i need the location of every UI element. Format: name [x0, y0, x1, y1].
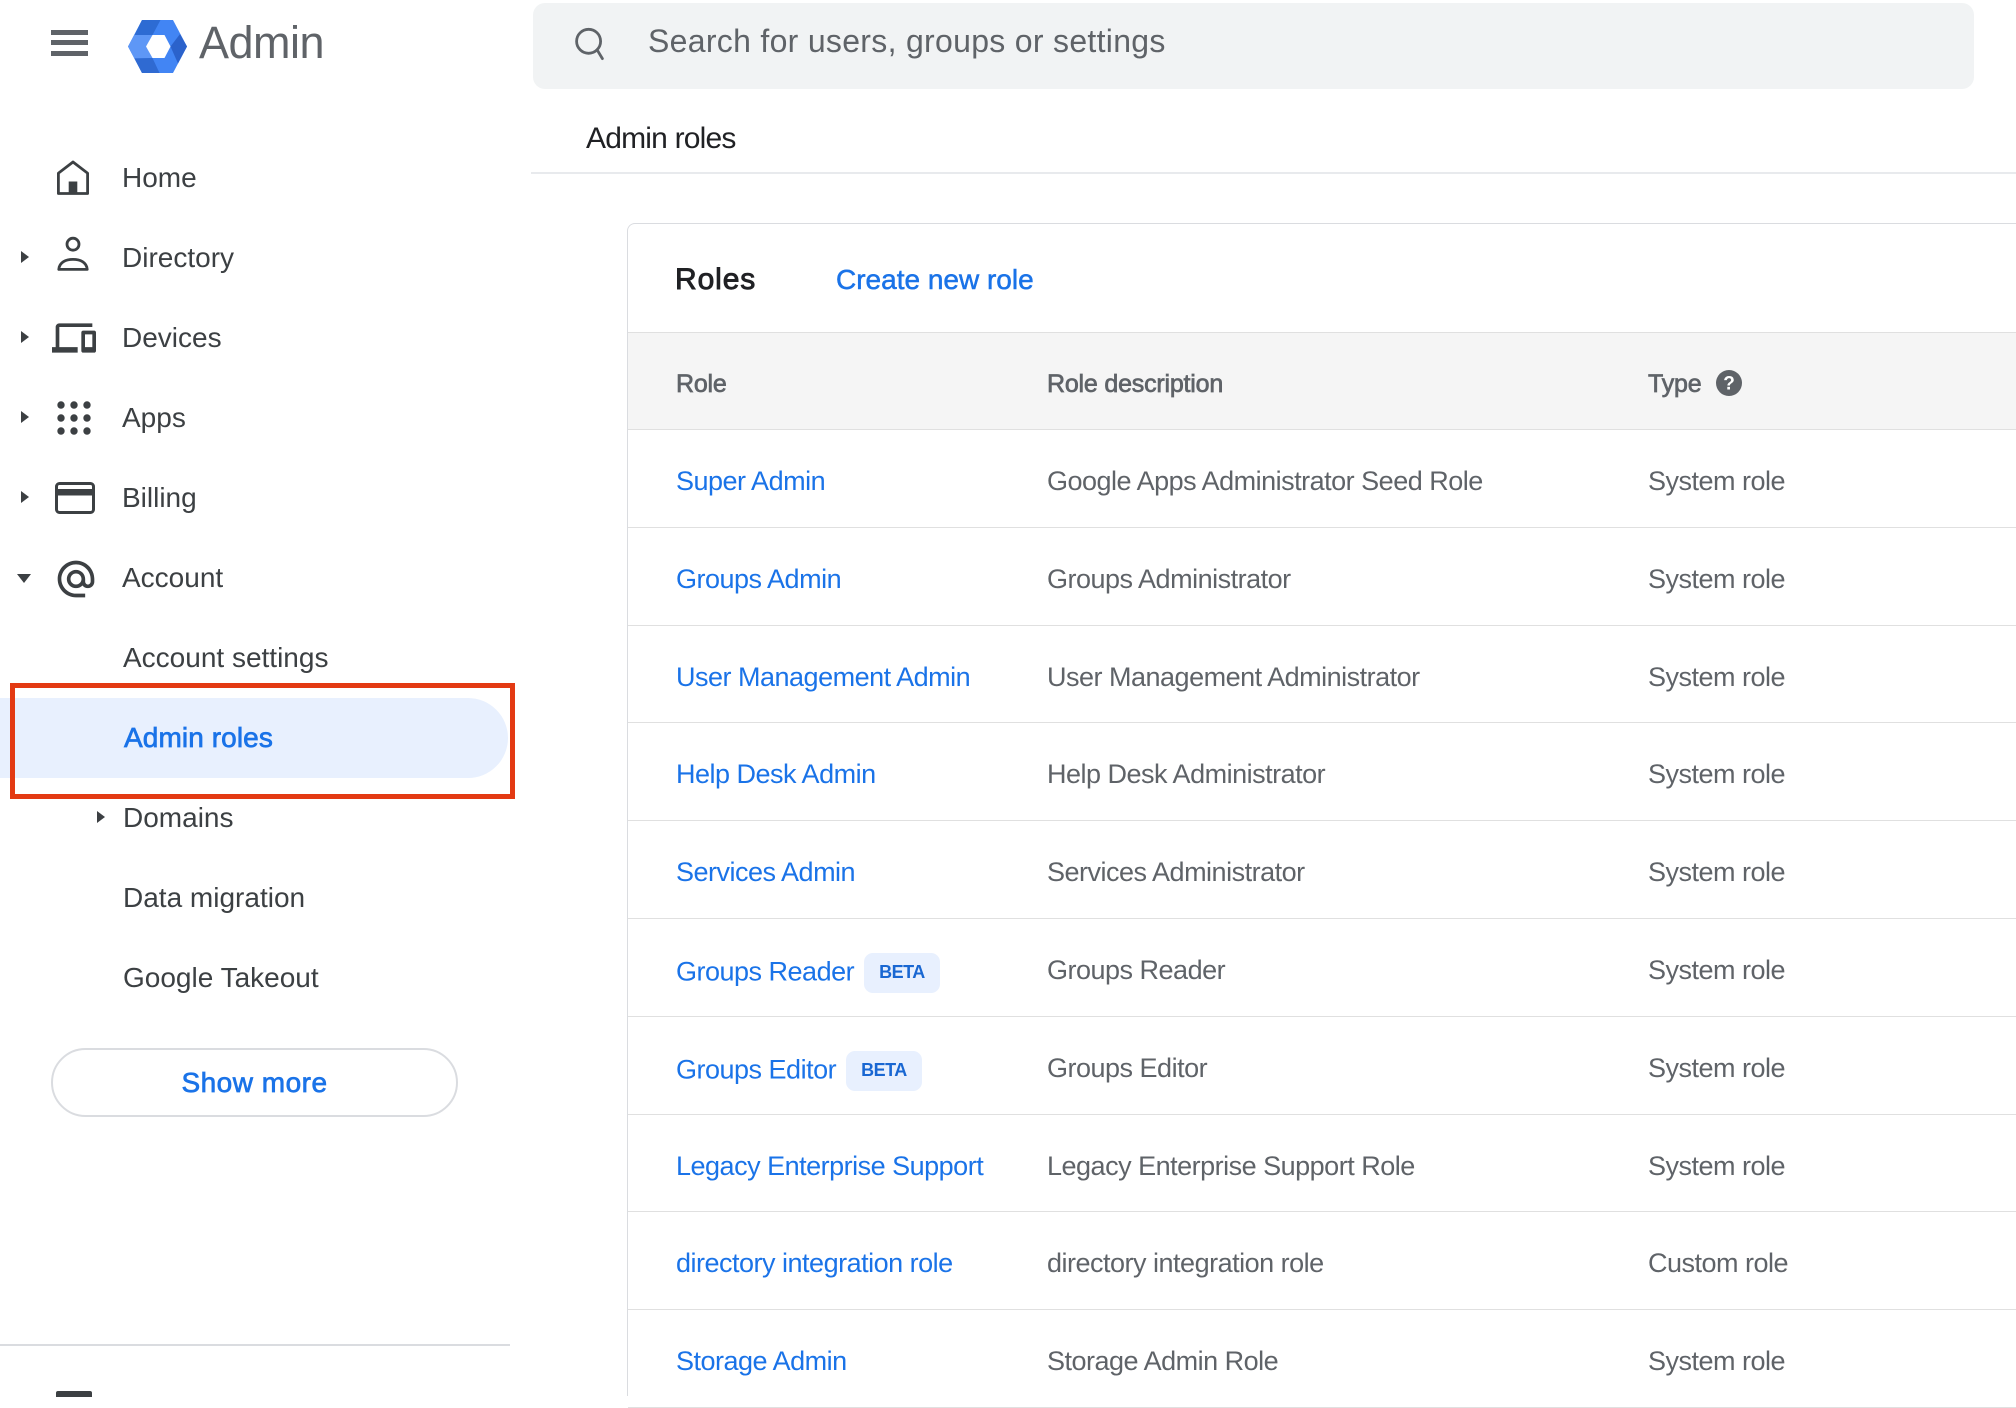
svg-text:?: ? — [1723, 374, 1735, 395]
